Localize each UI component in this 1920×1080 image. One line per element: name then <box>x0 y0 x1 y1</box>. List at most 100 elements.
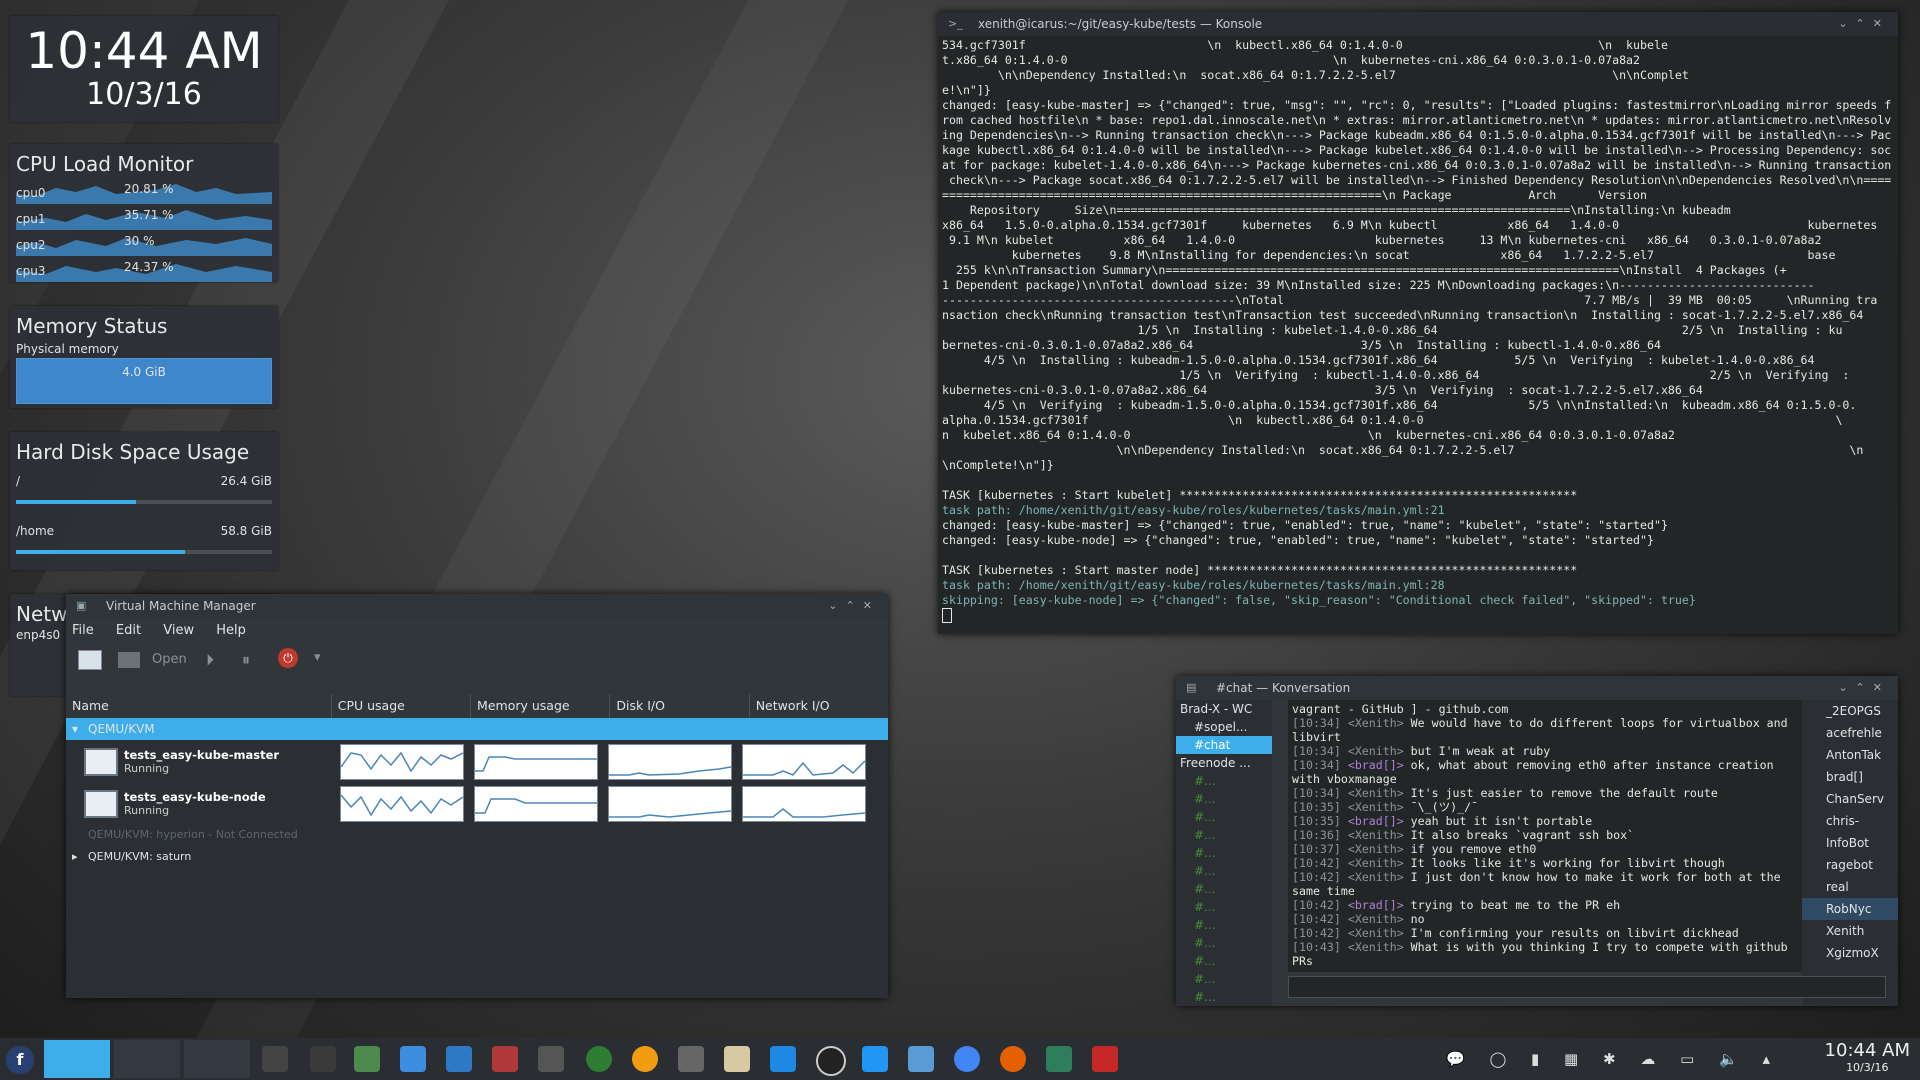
vm-row[interactable]: tests_easy-kube-master Running <box>66 740 888 782</box>
channel-item[interactable]: #... <box>1176 862 1272 880</box>
channel-item[interactable]: #... <box>1176 988 1272 1006</box>
window-controls[interactable]: ⌄⌃✕ <box>1838 676 1890 700</box>
pdf-icon[interactable] <box>1092 1046 1118 1072</box>
remote-desktop-icon[interactable] <box>908 1046 934 1072</box>
system-monitor-icon[interactable] <box>354 1046 380 1072</box>
message-nick[interactable]: <Xenith> <box>1348 912 1411 926</box>
nick-item[interactable]: RobNyc <box>1802 898 1898 920</box>
channel-item[interactable]: #... <box>1176 880 1272 898</box>
channel-item[interactable]: #... <box>1176 826 1272 844</box>
message-nick[interactable]: <Xenith> <box>1348 786 1411 800</box>
nick-item[interactable]: XgizmoX <box>1802 942 1898 964</box>
col-memory[interactable]: Memory usage <box>471 694 611 718</box>
virtual-desktop-1[interactable] <box>44 1040 110 1078</box>
power-icon[interactable]: ⏻ <box>278 648 298 668</box>
konsole-icon[interactable] <box>310 1046 336 1072</box>
nick-item[interactable]: ragebot <box>1802 854 1898 876</box>
chromium-icon[interactable] <box>954 1046 980 1072</box>
chat-taskbar-icon[interactable] <box>862 1046 888 1072</box>
message-nick[interactable]: <Xenith> <box>1348 828 1411 842</box>
file-manager-icon[interactable] <box>446 1046 472 1072</box>
window-controls[interactable]: ⌄⌃✕ <box>828 594 880 618</box>
message-nick[interactable]: <Xenith> <box>1348 926 1411 940</box>
konversation-titlebar[interactable]: ▤ #chat — Konversation ⌄⌃✕ <box>1176 676 1898 700</box>
chat-log[interactable]: vagrant - GitHub ] - github.com [10:34] <… <box>1288 700 1810 972</box>
menu-file[interactable]: File <box>72 623 94 638</box>
firefox-icon[interactable] <box>1000 1046 1026 1072</box>
taskbar-clock[interactable]: 10:44 AM 10/3/16 <box>1825 1040 1910 1074</box>
message-nick[interactable]: <brad[]> <box>1348 898 1411 912</box>
channel-item[interactable]: #sopel... <box>1176 718 1272 736</box>
play-icon[interactable]: ⏵ <box>206 650 214 670</box>
vm-group-saturn[interactable]: ▸ QEMU/KVM: saturn <box>66 846 888 868</box>
message-nick[interactable]: <brad[]> <box>1348 758 1411 772</box>
hexchat-icon[interactable] <box>1046 1046 1072 1072</box>
kodi-icon[interactable] <box>770 1046 796 1072</box>
nick-item[interactable]: _2EOPGS <box>1802 700 1898 722</box>
channel-item[interactable]: #... <box>1176 916 1272 934</box>
message-nick[interactable]: <Xenith> <box>1348 716 1411 730</box>
virtual-desktop-2[interactable] <box>114 1040 180 1078</box>
fedora-menu-icon[interactable]: f <box>6 1046 34 1074</box>
menu-help[interactable]: Help <box>216 623 246 638</box>
nick-item[interactable]: InfoBot <box>1802 832 1898 854</box>
virtual-desktop-3[interactable] <box>184 1040 250 1078</box>
open-button[interactable]: Open <box>152 652 187 667</box>
monitor-icon[interactable] <box>118 652 140 668</box>
mail-icon[interactable] <box>400 1046 426 1072</box>
nick-item[interactable]: acefrehle <box>1802 722 1898 744</box>
message-nick[interactable]: <brad[]> <box>1348 814 1411 828</box>
message-nick[interactable]: <Xenith> <box>1348 856 1411 870</box>
nick-item[interactable]: brad[] <box>1802 766 1898 788</box>
task-manager-icon[interactable] <box>262 1046 288 1072</box>
channel-item[interactable]: #... <box>1176 952 1272 970</box>
nick-item[interactable]: AntonTak <box>1802 744 1898 766</box>
col-network[interactable]: Network I/O <box>750 694 888 718</box>
system-tray-icons[interactable]: 💬 ◯ ▮ ▦ ✱ ☁ ▭ 🔈 ▴ <box>1446 1050 1780 1068</box>
vm-disconnected[interactable]: QEMU/KVM: hyperion - Not Connected <box>66 824 888 846</box>
col-name[interactable]: Name <box>66 694 332 718</box>
nick-item[interactable]: chris- <box>1802 810 1898 832</box>
terminal-output[interactable]: 534.gcf7301f \n kubectl.x86_64 0:1.4.0-0… <box>938 36 1898 634</box>
channel-item[interactable]: #... <box>1176 808 1272 826</box>
collapsed-arrow-icon[interactable]: ▸ <box>72 846 78 868</box>
message-nick[interactable]: <Xenith> <box>1348 870 1411 884</box>
channel-item[interactable]: #... <box>1176 844 1272 862</box>
channel-item[interactable]: #... <box>1176 934 1272 952</box>
new-vm-icon[interactable] <box>78 650 102 670</box>
channel-item[interactable]: #... <box>1176 898 1272 916</box>
nick-item[interactable]: ChanServ <box>1802 788 1898 810</box>
vmm-titlebar[interactable]: ▣ Virtual Machine Manager ⌄⌃✕ <box>66 594 888 618</box>
message-nick[interactable]: <Xenith> <box>1348 940 1411 954</box>
server-item[interactable]: Brad-X - WC <box>1176 700 1272 718</box>
window-controls[interactable]: ⌄⌃✕ <box>1838 12 1890 36</box>
col-disk[interactable]: Disk I/O <box>610 694 750 718</box>
konsole-titlebar[interactable]: >_ xenith@icarus:~/git/easy-kube/tests —… <box>938 12 1898 36</box>
server-item[interactable]: Freenode ... <box>1176 754 1272 772</box>
notes-icon[interactable] <box>724 1046 750 1072</box>
konversation-window[interactable]: ▤ #chat — Konversation ⌄⌃✕ Brad-X - WC #s… <box>1176 676 1898 1006</box>
vm-group-qemu[interactable]: ▾ QEMU/KVM <box>66 718 888 740</box>
vmm-window[interactable]: ▣ Virtual Machine Manager ⌄⌃✕ File Edit … <box>66 594 888 998</box>
globe-icon[interactable] <box>586 1046 612 1072</box>
channel-item[interactable]: #... <box>1176 790 1272 808</box>
menu-view[interactable]: View <box>163 623 194 638</box>
chat-input[interactable] <box>1288 976 1886 998</box>
keepass-icon[interactable] <box>816 1046 846 1076</box>
nick-item[interactable]: Xenith <box>1802 920 1898 942</box>
vmm-taskbar-icon[interactable] <box>492 1046 518 1072</box>
expand-arrow-icon[interactable]: ▾ <box>72 718 78 740</box>
dropdown-arrow-icon[interactable]: ▾ <box>314 650 321 665</box>
calculator-icon[interactable] <box>678 1046 704 1072</box>
nick-item[interactable]: real <box>1802 876 1898 898</box>
channel-item[interactable]: #chat <box>1176 736 1272 754</box>
message-nick[interactable]: <Xenith> <box>1348 744 1411 758</box>
channel-item[interactable]: #... <box>1176 772 1272 790</box>
menu-edit[interactable]: Edit <box>116 623 141 638</box>
col-cpu[interactable]: CPU usage <box>332 694 472 718</box>
message-nick[interactable]: <Xenith> <box>1348 800 1411 814</box>
message-nick[interactable]: <Xenith> <box>1348 842 1411 856</box>
terminal-taskbar-icon[interactable] <box>538 1046 564 1072</box>
channel-item[interactable]: #... <box>1176 970 1272 988</box>
konsole-window[interactable]: >_ xenith@icarus:~/git/easy-kube/tests —… <box>938 12 1898 634</box>
